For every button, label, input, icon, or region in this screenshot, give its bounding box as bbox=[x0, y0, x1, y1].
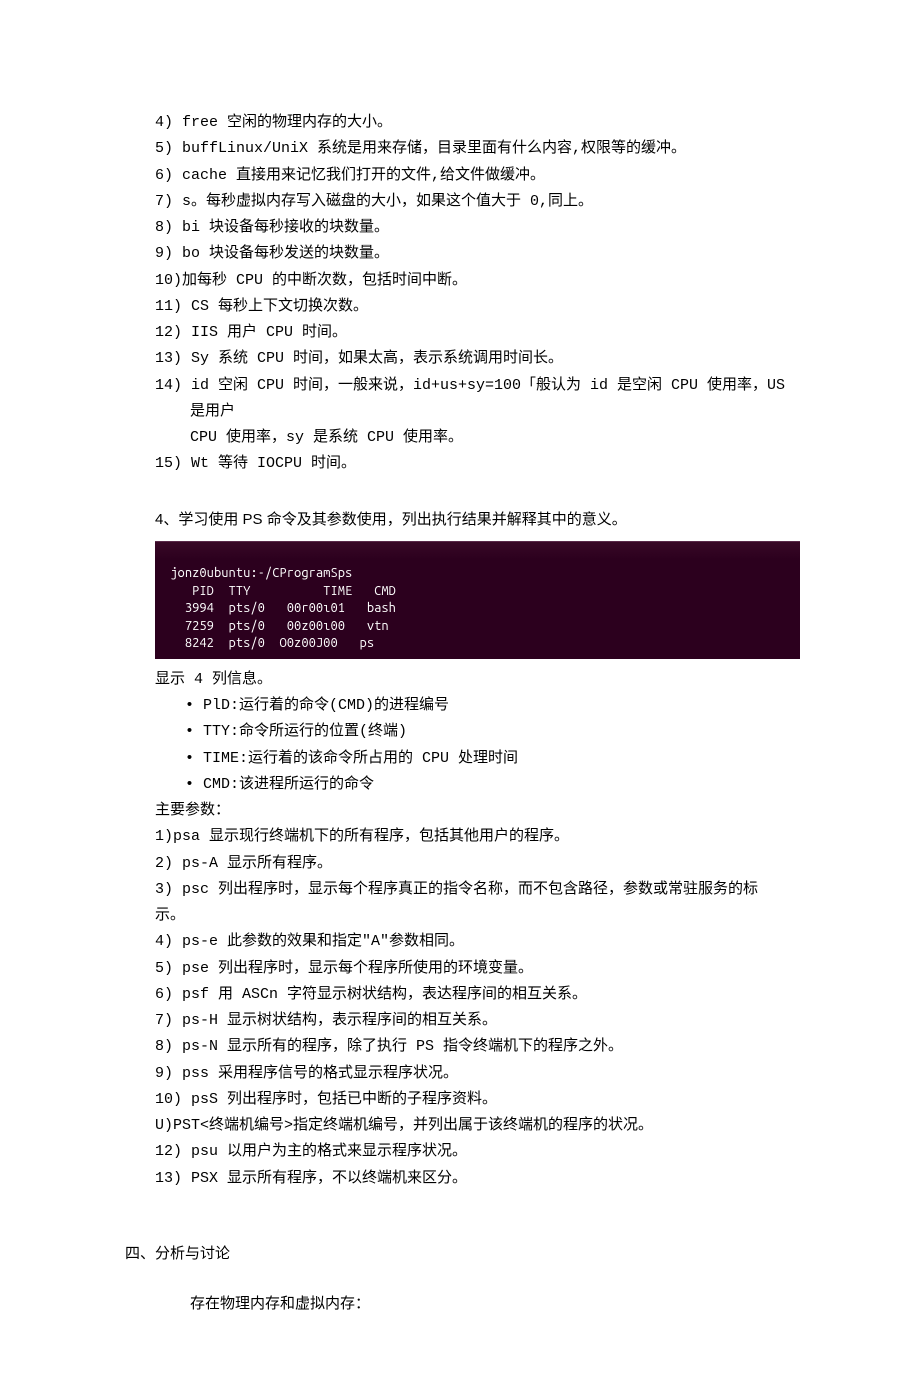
list-item: 8) bi 块设备每秒接收的块数量。 bbox=[155, 215, 800, 241]
list-item: 10) psS 列出程序时，包括已中断的子程序资料。 bbox=[155, 1087, 800, 1113]
terminal-prompt: jonz0ubuntu:-/CProgramSps bbox=[163, 565, 792, 583]
list-item: 4) ps-e 此参数的效果和指定"A"参数相同。 bbox=[155, 929, 800, 955]
bullet-item: • CMD:该进程所运行的命令 bbox=[155, 772, 800, 798]
list-item: 8) ps-N 显示所有的程序，除了执行 PS 指令终端机下的程序之外。 bbox=[155, 1034, 800, 1060]
bullet-item: • TTY:命令所运行的位置(终端) bbox=[155, 719, 800, 745]
terminal-row: 3994 pts/0 00r00ι01 bash bbox=[163, 600, 792, 618]
list-item: 13) Sy 系统 CPU 时间，如果太高，表示系统调用时间长。 bbox=[155, 346, 800, 372]
list-item: 6) psf 用 ASCn 字符显示树状结构，表达程序间的相互关系。 bbox=[155, 982, 800, 1008]
list-item-continuation: CPU 使用率，sy 是系统 CPU 使用率。 bbox=[155, 425, 800, 451]
document-page: 4) free 空闲的物理内存的大小。 5) buffLinux/UniX 系统… bbox=[0, 0, 920, 1378]
bullet-list: • PlD:运行着的命令(CMD)的进程编号 • TTY:命令所运行的位置(终端… bbox=[155, 693, 800, 798]
list-item: 7) ps-H 显示树状结构，表示程序间的相互关系。 bbox=[155, 1008, 800, 1034]
list-item: 9) pss 采用程序信号的格式显示程序状况。 bbox=[155, 1061, 800, 1087]
list-item: U)PST<终端机编号>指定终端机编号，并列出属于该终端机的程序的状况。 bbox=[155, 1113, 800, 1139]
terminal-row: 8242 pts/0 O0z00J00 ps bbox=[163, 635, 792, 653]
list-item: 14) id 空闲 CPU 时间，一般来说，id+us+sy=100「般认为 i… bbox=[155, 373, 800, 426]
list-item: 12) IIS 用户 CPU 时间。 bbox=[155, 320, 800, 346]
list-item: 5) pse 列出程序时，显示每个程序所使用的环境变量。 bbox=[155, 956, 800, 982]
list-item: 7) s。每秒虚拟内存写入磁盘的大小，如果这个值大于 0,同上。 bbox=[155, 189, 800, 215]
params-heading: 主要参数： bbox=[155, 798, 800, 824]
list-item: 4) free 空闲的物理内存的大小。 bbox=[155, 110, 800, 136]
list-item: 15) Wt 等待 IOCPU 时间。 bbox=[155, 451, 800, 477]
bullet-item: • TIME:运行着的该命令所占用的 CPU 处理时间 bbox=[155, 746, 800, 772]
conclusion-heading: 四、分析与讨论 bbox=[125, 1242, 800, 1268]
list-item: 5) buffLinux/UniX 系统是用来存储，目录里面有什么内容,权限等的… bbox=[155, 136, 800, 162]
list-item: 13) PSX 显示所有程序，不以终端机来区分。 bbox=[155, 1166, 800, 1192]
params-list: 1)psa 显示现行终端机下的所有程序，包括其他用户的程序。 2) ps-A 显… bbox=[155, 824, 800, 1192]
list-item: 10)加每秒 CPU 的中断次数，包括时间中断。 bbox=[155, 268, 800, 294]
list-item: 1)psa 显示现行终端机下的所有程序，包括其他用户的程序。 bbox=[155, 824, 800, 850]
terminal-output: jonz0ubuntu:-/CProgramSps PID TTY TIME C… bbox=[155, 541, 800, 659]
list-item: 2) ps-A 显示所有程序。 bbox=[155, 851, 800, 877]
list-item: 11) CS 每秒上下文切换次数。 bbox=[155, 294, 800, 320]
list-item: 9) bo 块设备每秒发送的块数量。 bbox=[155, 241, 800, 267]
terminal-header: PID TTY TIME CMD bbox=[163, 583, 792, 601]
bullet-item: • PlD:运行着的命令(CMD)的进程编号 bbox=[155, 693, 800, 719]
ordered-list-top: 4) free 空闲的物理内存的大小。 5) buffLinux/UniX 系统… bbox=[155, 110, 800, 478]
conclusion-body: 存在物理内存和虚拟内存： bbox=[155, 1292, 800, 1318]
list-item: 12) psu 以用户为主的格式来显示程序状况。 bbox=[155, 1139, 800, 1165]
list-item-continuation: 示。 bbox=[155, 903, 800, 929]
section-heading: 4、学习使用 PS 命令及其参数使用，列出执行结果并解释其中的意义。 bbox=[155, 506, 800, 533]
list-item: 3) psc 列出程序时，显示每个程序真正的指令名称，而不包含路径，参数或常驻服… bbox=[155, 877, 800, 903]
list-item: 6) cache 直接用来记忆我们打开的文件,给文件做缓冲。 bbox=[155, 163, 800, 189]
intro-line: 显示 4 列信息。 bbox=[155, 667, 800, 693]
terminal-row: 7259 pts/0 00z00ι00 vtn bbox=[163, 618, 792, 636]
